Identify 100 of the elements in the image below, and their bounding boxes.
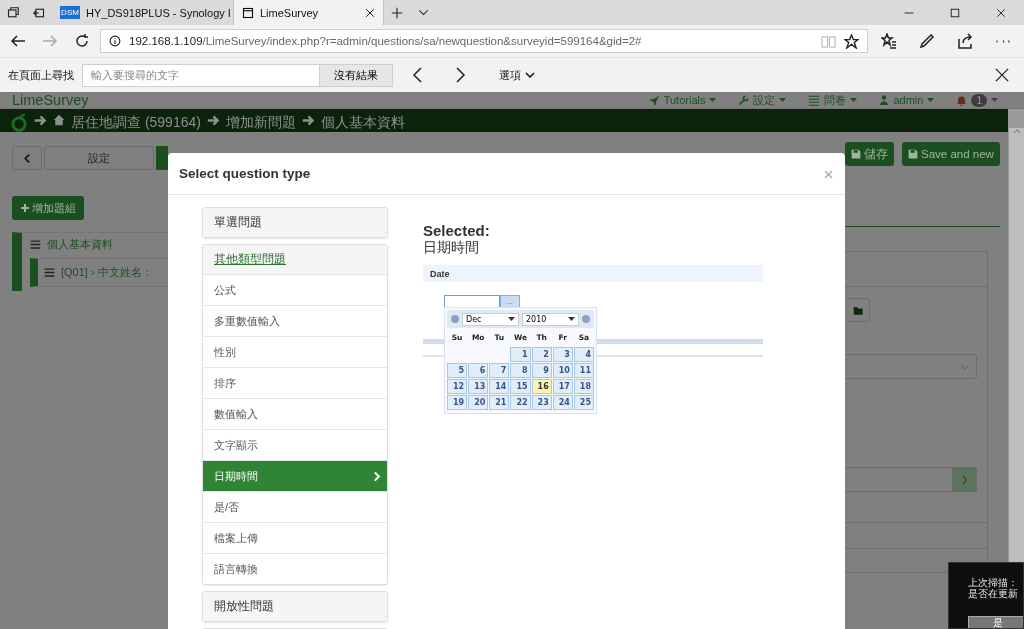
previous-month-icon[interactable]: [451, 315, 459, 323]
more-icon: [996, 39, 1010, 43]
calendar-day[interactable]: 15: [510, 379, 531, 394]
question-type-label: 多重數值輸入: [214, 313, 280, 329]
tabs-icon: [7, 6, 19, 19]
calendar-day[interactable]: 3: [552, 347, 573, 362]
calendar-day[interactable]: 21: [489, 395, 510, 410]
calendar-day[interactable]: 8: [510, 363, 531, 378]
arrow-right-icon: [301, 114, 315, 127]
floppy-icon: [908, 149, 918, 159]
reading-view-icon: [821, 33, 836, 49]
floppy-icon: [851, 149, 861, 159]
menu-icon: [44, 267, 55, 278]
folder-icon: [853, 304, 864, 316]
question-type-label: 公式: [214, 282, 236, 298]
add-group-button[interactable]: 增加題組: [12, 196, 84, 220]
calendar-day[interactable]: 18: [573, 379, 594, 394]
calendar-day[interactable]: 10: [552, 363, 573, 378]
folder-button[interactable]: [848, 298, 870, 322]
question-type-item[interactable]: 數值輸入: [203, 398, 387, 429]
calendar-day[interactable]: 6: [468, 363, 489, 378]
settings-tab[interactable]: 設定: [44, 146, 154, 170]
maximize-icon: [950, 7, 960, 18]
calendar-day[interactable]: 11: [573, 363, 594, 378]
calendar-day[interactable]: 12: [447, 379, 468, 394]
calendar-day[interactable]: 19: [447, 395, 468, 410]
browser-tab[interactable]: LimeSurvey: [234, 0, 384, 25]
calendar-day[interactable]: 7: [489, 363, 510, 378]
question-type-item[interactable]: 是/否: [203, 491, 387, 522]
save-button[interactable]: Save and new: [902, 142, 1000, 166]
breadcrumb-link[interactable]: 個人基本資料: [320, 114, 405, 132]
bell-icon: [956, 94, 968, 106]
find-result-button[interactable]: 沒有結果: [319, 63, 393, 87]
calendar-day[interactable]: 22: [510, 395, 531, 410]
caret-icon: [709, 98, 717, 102]
calendar-day[interactable]: 14: [489, 379, 510, 394]
question-type-label: 文字顯示: [214, 437, 258, 453]
find-field[interactable]: 輸入要搜尋的文字: [82, 63, 320, 87]
notifications-menu[interactable]: 1: [956, 93, 998, 107]
group-heading[interactable]: 其他類型問題: [203, 245, 387, 274]
question-type-item[interactable]: 排序: [203, 367, 387, 398]
close-icon: [995, 68, 1009, 82]
brace-icon: [952, 468, 976, 491]
tab-title: HY_DS918PLUS - Synology I: [86, 6, 231, 19]
input-field[interactable]: [845, 467, 977, 492]
question-type-item[interactable]: 性別: [203, 336, 387, 367]
question-type-item[interactable]: 檔案上傳: [203, 522, 387, 553]
calendar-day[interactable]: 16: [531, 379, 552, 394]
list-icon: [808, 94, 821, 106]
group-heading[interactable]: 單選問題: [203, 208, 387, 237]
calendar-day[interactable]: 13: [468, 379, 489, 394]
notification-count: 1: [971, 93, 987, 107]
scroll-up-icon[interactable]: [1012, 128, 1021, 134]
address-bar[interactable]: 192.168.1.109/LimeSurvey/index.php?r=admin/questions/sa/newquestion&surveyid=599164&gid=2#: [100, 29, 868, 53]
arrow-right-icon: [34, 114, 47, 127]
chevron-down-icon: [525, 72, 535, 78]
year-select[interactable]: 2010: [522, 312, 579, 326]
url-text: 192.168.1.109/LimeSurvey/index.php?r=admin/questions/sa/newquestion&surveyid=599164&gid=2#: [129, 35, 642, 47]
calendar-day[interactable]: 5: [447, 363, 468, 378]
collapse-button[interactable]: [12, 146, 42, 170]
rocket-icon: [648, 94, 660, 106]
calendar-day[interactable]: 2: [531, 347, 552, 362]
calendar-day[interactable]: 9: [531, 363, 552, 378]
pen-icon: [919, 33, 935, 49]
calendar-day[interactable]: 24: [552, 395, 573, 410]
breadcrumb-link[interactable]: 居住地調查 (599164): [71, 114, 201, 132]
month-select[interactable]: Dec: [462, 312, 519, 326]
calendar-day[interactable]: 17: [552, 379, 573, 394]
caret-icon: [568, 317, 575, 321]
question-type-item[interactable]: 文字顯示: [203, 429, 387, 460]
question-type-item[interactable]: 多重數值輸入: [203, 305, 387, 336]
star-icon: [844, 33, 859, 49]
question-type-item[interactable]: 公式: [203, 274, 387, 305]
question-type-item[interactable]: 語言轉換: [203, 553, 387, 584]
tab-favicon: DSM: [60, 6, 80, 19]
yes-button[interactable]: 是: [968, 616, 1023, 628]
question-type-label: 檔案上傳: [214, 530, 258, 546]
calendar-day[interactable]: 23: [531, 395, 552, 410]
question-type-label: 性別: [214, 344, 236, 360]
calendar-day[interactable]: 25: [573, 395, 594, 410]
save-button[interactable]: 儲存: [845, 142, 894, 166]
calendar-day[interactable]: 4: [573, 347, 594, 362]
question-type-label: 是/否: [214, 499, 240, 515]
calendar-day[interactable]: 1: [510, 347, 531, 362]
calendar-day[interactable]: 20: [468, 395, 489, 410]
modal-title: Select question type: [179, 166, 311, 181]
chevron-down-icon: [417, 7, 429, 18]
select-field[interactable]: [845, 354, 977, 379]
refresh-icon: [74, 33, 90, 49]
caret-icon: [927, 98, 935, 102]
page-icon: [242, 6, 254, 19]
question-type-item[interactable]: 日期時間: [203, 460, 387, 491]
group-heading[interactable]: 開放性問題: [203, 592, 387, 621]
options-menu[interactable]: 選項: [499, 67, 535, 83]
user-icon: [879, 95, 890, 105]
caret-icon: [779, 98, 787, 102]
breadcrumb-link[interactable]: 增加新問題: [225, 114, 296, 132]
forward-icon: [42, 33, 58, 49]
next-month-icon[interactable]: [582, 315, 590, 323]
info-icon: [109, 35, 121, 47]
